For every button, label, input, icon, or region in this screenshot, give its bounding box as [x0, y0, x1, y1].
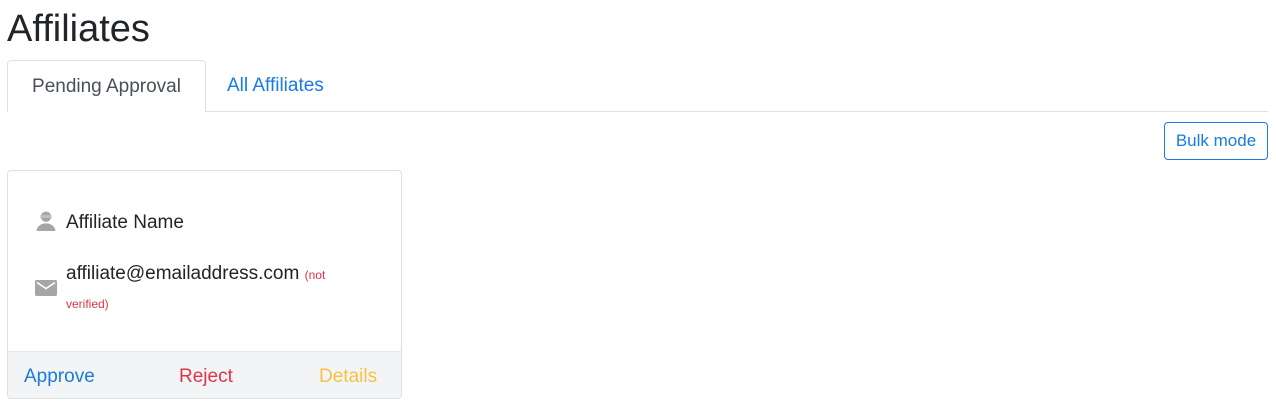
tab-bar: Pending Approval All Affiliates	[7, 60, 1268, 113]
mail-icon	[34, 276, 58, 300]
approve-link[interactable]: Approve	[24, 364, 95, 390]
affiliates-page: Affiliates Pending Approval All Affiliat…	[0, 0, 1276, 406]
reject-link[interactable]: Reject	[179, 364, 233, 390]
tab-pending-approval[interactable]: Pending Approval	[7, 60, 206, 113]
affiliate-email-block: affiliate@emailaddress.com (not verified…	[66, 260, 366, 318]
affiliate-name: Affiliate Name	[66, 212, 184, 233]
affiliate-email: affiliate@emailaddress.com	[66, 263, 300, 284]
tab-all-affiliates[interactable]: All Affiliates	[207, 60, 344, 112]
affiliate-card: Affiliate Name affiliate@emailaddress.co…	[7, 170, 402, 399]
page-title: Affiliates	[7, 8, 150, 50]
bulk-mode-button[interactable]: Bulk mode	[1164, 122, 1268, 160]
user-icon	[34, 209, 58, 233]
details-link[interactable]: Details	[319, 364, 377, 390]
card-actions: Approve Reject Details	[8, 351, 401, 398]
